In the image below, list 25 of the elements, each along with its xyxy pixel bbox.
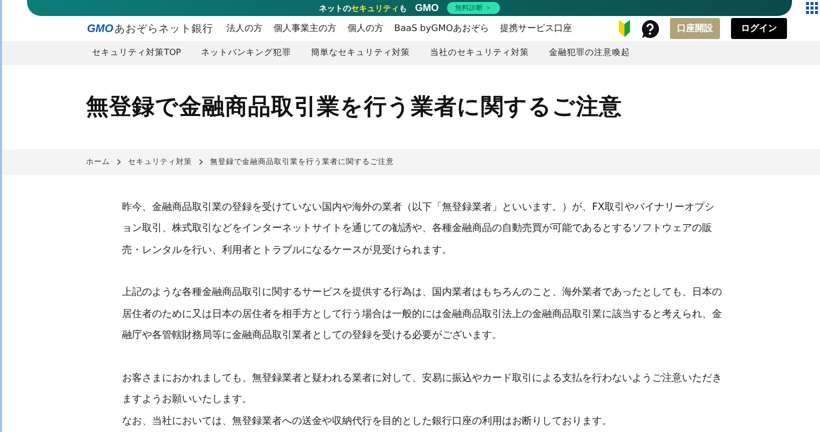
logo-mark[interactable]: GMO: [87, 22, 114, 35]
header-link[interactable]: 個人事業主の方: [273, 22, 336, 36]
subnav-link[interactable]: 簡単なセキュリティ対策: [311, 46, 410, 59]
subnav-link[interactable]: 当社のセキュリティ対策: [430, 46, 530, 59]
subnav-link[interactable]: セキュリティ対策TOP: [92, 46, 182, 59]
subnav-link[interactable]: 金融犯罪の注意喚起: [549, 46, 630, 59]
header-link[interactable]: 法人の方: [226, 22, 262, 36]
chevron-icon: [199, 158, 203, 165]
logo-text[interactable]: あおぞらネット銀行: [114, 22, 214, 36]
body-paragraph: お客さまにおかれましても、無登録業者と疑われる業者に対して、安易に振込やカード取引による支払を行わないようご注意いただきますようお願いいたします。: [122, 372, 722, 407]
body-paragraph: なお、当社においては、無登録業者への送金や収納代行を目的とした銀行口座の利用はお断りしております。: [122, 414, 613, 428]
beginner-mark-icon[interactable]: [619, 20, 630, 38]
header-link[interactable]: BaaS byGMOあおぞら: [394, 22, 489, 36]
header-link[interactable]: 個人の方: [347, 22, 384, 36]
chevron-icon: [117, 158, 121, 165]
subnav-link[interactable]: ネットバンキング犯罪: [201, 46, 292, 59]
help-icon[interactable]: [641, 20, 659, 38]
banner-logo: GMO: [414, 2, 439, 14]
page-title: 無登録で金融商品取引業を行う業者に関するご注意: [86, 93, 622, 122]
body-paragraph: 上記のような各種金融商品取引に関するサービスを提供する行為は、国内業者はもちろんのこと、海外業者であったとしても、日本の居住者のために又は日本の居住者を相手方として行う場合は一般的には金融商品取引法上の金融商品取引業に該当すると考えられ、金融庁や各管轄財務局等に金融商品取引業者としての登録を受ける必要がございます。: [122, 286, 722, 343]
login-button[interactable]: ログイン: [731, 18, 787, 40]
header-link[interactable]: 提携サービス口座: [500, 22, 572, 36]
grid-menu-icon[interactable]: [806, 2, 818, 14]
body-paragraph: 昨今、金融商品取引業の登録を受けていない国内や海外の業者（以下「無登録業者」といいます。）が、FX取引やバイナリーオプション取引、株式取引などをインターネットサイトを通じての勧誘や、各種金融商品の自動売買が可能であるとするソフトウェアの販売・レンタルを行い、利用者とトラブルになるケースが見受けられます。: [122, 200, 716, 258]
banner-text: ネットのセキュリティも: [318, 2, 407, 14]
